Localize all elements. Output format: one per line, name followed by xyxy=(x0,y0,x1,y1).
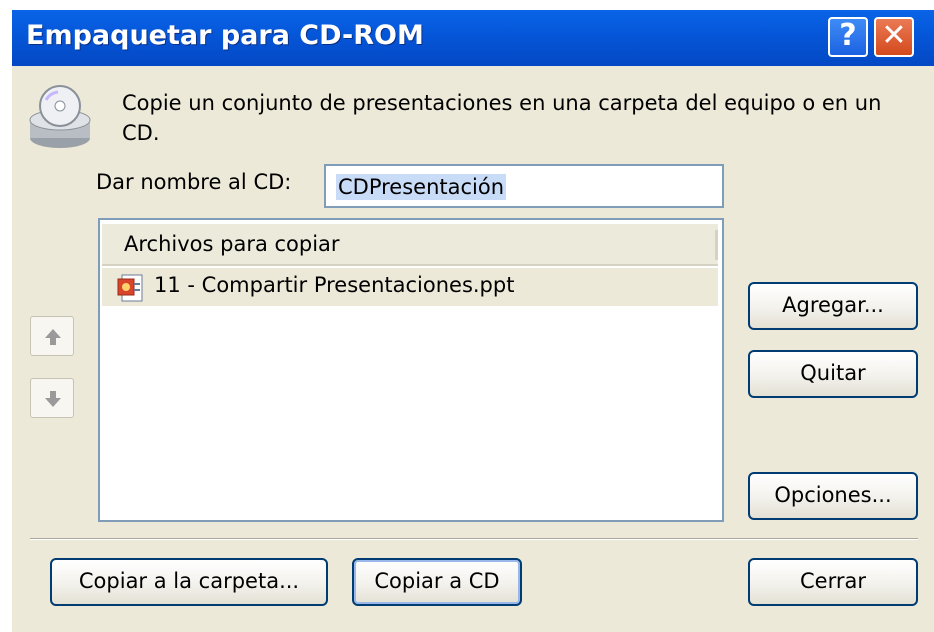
help-button[interactable]: ? xyxy=(828,17,868,57)
cd-drive-icon xyxy=(22,80,98,156)
cd-name-input[interactable]: CDPresentación xyxy=(324,164,724,208)
powerpoint-file-icon xyxy=(116,273,146,303)
close-button[interactable]: ✕ xyxy=(874,17,914,57)
description-text: Copie un conjunto de presentaciones en u… xyxy=(122,91,882,145)
cd-name-label: Dar nombre al CD: xyxy=(96,170,292,194)
list-item[interactable]: 11 - Compartir Presentaciones.ppt xyxy=(102,268,718,306)
title-bar[interactable]: Empaquetar para CD-ROM ? ✕ xyxy=(12,10,934,66)
remove-button[interactable]: Quitar xyxy=(748,350,918,398)
window-title: Empaquetar para CD-ROM xyxy=(26,20,424,51)
column-separator xyxy=(715,230,718,260)
move-up-button[interactable] xyxy=(30,316,74,356)
divider xyxy=(30,538,918,540)
dialog-window: Empaquetar para CD-ROM ? ✕ Copie un conj… xyxy=(0,0,934,632)
files-list-header[interactable]: Archivos para copiar xyxy=(102,224,718,266)
add-button[interactable]: Agregar... xyxy=(748,282,918,330)
files-header-label: Archivos para copiar xyxy=(124,232,340,256)
file-name: 11 - Compartir Presentaciones.ppt xyxy=(154,273,515,297)
move-down-button[interactable] xyxy=(30,378,74,418)
move-down-icon xyxy=(45,391,61,407)
close-dialog-button[interactable]: Cerrar xyxy=(748,558,918,606)
copy-to-cd-button[interactable]: Copiar a CD xyxy=(352,558,522,606)
options-button[interactable]: Opciones... xyxy=(748,472,918,520)
cd-name-value: CDPresentación xyxy=(336,174,507,200)
copy-to-folder-button[interactable]: Copiar a la carpeta... xyxy=(50,558,328,606)
move-up-icon xyxy=(45,329,61,345)
files-list[interactable]: Archivos para copiar 11 - Compartir Pres… xyxy=(98,218,724,522)
